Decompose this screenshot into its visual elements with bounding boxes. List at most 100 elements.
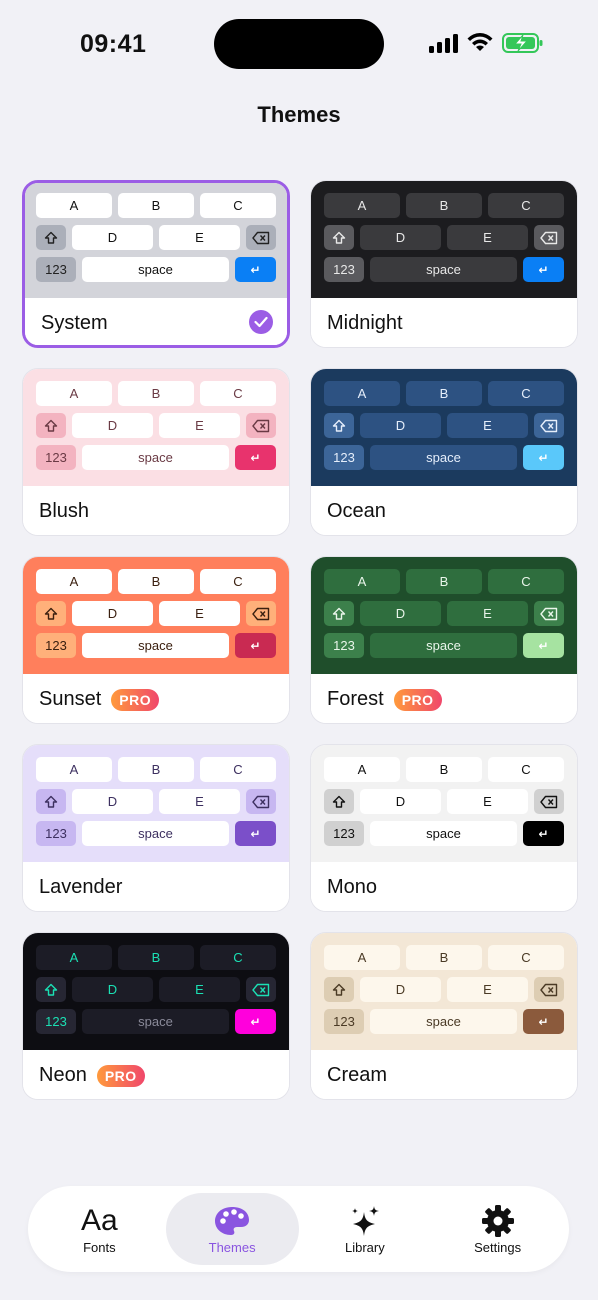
key-a: A <box>324 381 400 406</box>
theme-name: System <box>41 312 108 334</box>
theme-card-mono[interactable]: A B C D E 123 space ↵ Mono <box>310 744 578 912</box>
key-a: A <box>36 193 112 218</box>
theme-label-bar: Ocean <box>311 486 577 535</box>
key-a: A <box>324 757 400 782</box>
key-c: C <box>488 945 564 970</box>
key-a: A <box>36 569 112 594</box>
key-e: E <box>447 413 528 438</box>
theme-card-sunset[interactable]: A B C D E 123 space ↵ Sunset PRO <box>22 556 290 724</box>
key-e: E <box>447 601 528 626</box>
system-icons <box>429 32 544 54</box>
key-row: D E <box>324 977 564 1002</box>
theme-label-bar: Neon PRO <box>23 1050 289 1099</box>
tab-fonts[interactable]: Aa Fonts <box>33 1193 166 1265</box>
key-row: D E <box>324 789 564 814</box>
key-numbers: 123 <box>324 633 364 658</box>
tab-settings[interactable]: Settings <box>431 1193 564 1265</box>
theme-card-system[interactable]: A B C D E 123 space ↵ System <box>22 180 290 348</box>
pro-badge: PRO <box>96 1064 145 1087</box>
theme-card-ocean[interactable]: A B C D E 123 space ↵ Ocean <box>310 368 578 536</box>
tab-library[interactable]: Library <box>299 1193 432 1265</box>
return-icon: ↵ <box>235 445 276 470</box>
key-row: 123 space ↵ <box>36 445 276 470</box>
key-a: A <box>324 193 400 218</box>
shift-icon <box>36 225 66 250</box>
tab-bar: Aa Fonts Themes Library Settings <box>28 1186 569 1272</box>
delete-icon <box>246 413 276 438</box>
keyboard-preview: A B C D E 123 space ↵ <box>311 933 577 1050</box>
theme-card-neon[interactable]: A B C D E 123 space ↵ Neon PRO <box>22 932 290 1100</box>
key-e: E <box>159 977 240 1002</box>
theme-card-cream[interactable]: A B C D E 123 space ↵ Cream <box>310 932 578 1100</box>
key-numbers: 123 <box>324 445 364 470</box>
return-icon: ↵ <box>523 445 564 470</box>
key-c: C <box>200 757 276 782</box>
key-a: A <box>324 569 400 594</box>
tab-themes[interactable]: Themes <box>165 1193 299 1265</box>
key-row: 123 space ↵ <box>324 633 564 658</box>
delete-icon <box>534 789 564 814</box>
key-d: D <box>72 789 153 814</box>
theme-name: Blush <box>39 500 90 522</box>
key-b: B <box>118 945 194 970</box>
tab-label: Library <box>345 1239 385 1255</box>
fonts-icon: Aa <box>81 1203 118 1237</box>
theme-label-bar: Lavender <box>23 862 289 911</box>
theme-card-midnight[interactable]: A B C D E 123 space ↵ Midnight <box>310 180 578 348</box>
key-numbers: 123 <box>324 257 364 282</box>
key-row: D E <box>324 601 564 626</box>
key-c: C <box>200 569 276 594</box>
key-row: A B C <box>324 381 564 406</box>
gear-icon <box>481 1204 515 1238</box>
delete-icon <box>246 789 276 814</box>
key-row: 123 space ↵ <box>324 445 564 470</box>
return-icon: ↵ <box>523 633 564 658</box>
return-icon: ↵ <box>235 1009 276 1034</box>
key-row: 123 space ↵ <box>36 1009 276 1034</box>
shift-icon <box>324 977 354 1002</box>
delete-icon <box>534 225 564 250</box>
signal-icon <box>429 33 458 53</box>
theme-name: Neon <box>39 1064 87 1086</box>
key-b: B <box>118 193 194 218</box>
theme-label-bar: Forest PRO <box>311 674 577 723</box>
delete-icon <box>534 601 564 626</box>
delete-icon <box>246 225 276 250</box>
key-d: D <box>72 413 153 438</box>
tab-label: Settings <box>474 1239 522 1255</box>
key-row: D E <box>36 225 276 250</box>
key-d: D <box>72 225 153 250</box>
key-b: B <box>406 945 482 970</box>
keyboard-preview: A B C D E 123 space ↵ <box>23 369 289 486</box>
theme-card-lavender[interactable]: A B C D E 123 space ↵ Lavender <box>22 744 290 912</box>
key-c: C <box>200 381 276 406</box>
pro-badge: PRO <box>111 688 160 711</box>
key-row: D E <box>36 601 276 626</box>
key-numbers: 123 <box>36 257 76 282</box>
status-bar: 09:41 <box>0 0 598 90</box>
shift-icon <box>324 601 354 626</box>
key-b: B <box>406 757 482 782</box>
shift-icon <box>36 977 66 1002</box>
keyboard-preview: A B C D E 123 space ↵ <box>23 557 289 674</box>
key-row: 123 space ↵ <box>324 1009 564 1034</box>
key-row: A B C <box>36 569 276 594</box>
key-numbers: 123 <box>324 821 364 846</box>
key-row: D E <box>324 413 564 438</box>
key-e: E <box>159 789 240 814</box>
keyboard-preview: A B C D E 123 space ↵ <box>311 557 577 674</box>
theme-card-forest[interactable]: A B C D E 123 space ↵ Forest PRO <box>310 556 578 724</box>
key-space: space <box>370 1009 517 1034</box>
theme-card-blush[interactable]: A B C D E 123 space ↵ Blush <box>22 368 290 536</box>
keyboard-preview: A B C D E 123 space ↵ <box>23 933 289 1050</box>
return-icon: ↵ <box>523 821 564 846</box>
tab-label: Themes <box>208 1239 256 1255</box>
pro-badge: PRO <box>393 688 442 711</box>
key-e: E <box>159 225 240 250</box>
key-space: space <box>82 1009 229 1034</box>
key-d: D <box>360 977 441 1002</box>
key-c: C <box>200 193 276 218</box>
key-row: 123 space ↵ <box>324 257 564 282</box>
key-row: A B C <box>36 381 276 406</box>
theme-label-bar: Midnight <box>311 298 577 347</box>
